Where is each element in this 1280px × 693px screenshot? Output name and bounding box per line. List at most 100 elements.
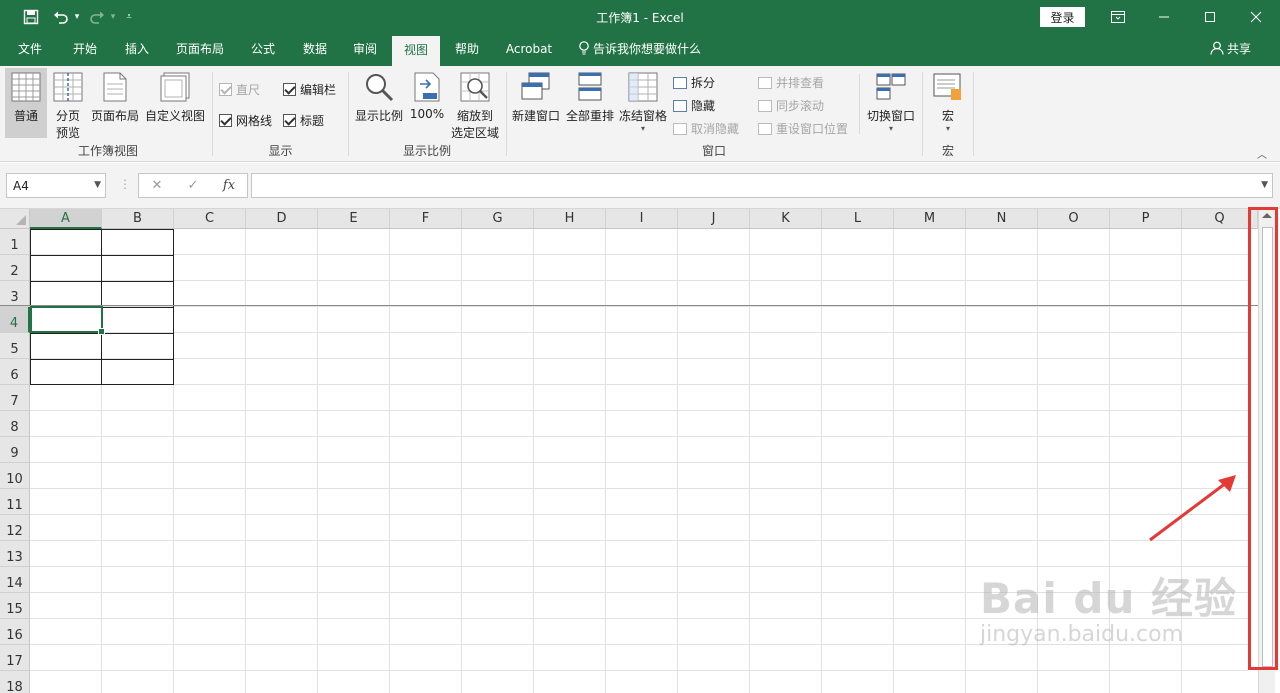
- tab-home[interactable]: 开始: [62, 34, 108, 66]
- column-header-g[interactable]: G: [462, 209, 534, 229]
- row-header-3[interactable]: 3: [0, 281, 30, 307]
- reset-window-position-button[interactable]: 重设窗口位置: [758, 120, 848, 137]
- split-button[interactable]: 拆分: [673, 74, 715, 91]
- name-box[interactable]: A4 ▼: [6, 173, 106, 198]
- zoom-button[interactable]: 显示比例: [352, 68, 406, 138]
- customize-qat-icon[interactable]: ⩡: [122, 6, 136, 28]
- tab-data[interactable]: 数据: [292, 34, 338, 66]
- row-header-4[interactable]: 4: [0, 307, 30, 333]
- group-separator: [859, 74, 860, 134]
- redo-icon[interactable]: [86, 6, 108, 28]
- custom-views-button[interactable]: 自定义视图: [143, 68, 207, 138]
- tell-me-search[interactable]: 告诉我你想要做什么: [578, 34, 701, 66]
- zoom-to-selection-button[interactable]: 缩放到 选定区域: [448, 68, 502, 140]
- row-header-17[interactable]: 17: [0, 645, 30, 671]
- unhide-button[interactable]: 取消隐藏: [673, 120, 739, 137]
- expand-formula-icon[interactable]: ▼: [1261, 180, 1268, 190]
- ruler-checkbox-box: [219, 83, 232, 96]
- enter-icon[interactable]: ✓: [175, 178, 211, 193]
- tab-review[interactable]: 审阅: [342, 34, 388, 66]
- tab-acrobat[interactable]: Acrobat: [498, 34, 560, 66]
- gridlines-checkbox[interactable]: 网格线: [219, 112, 272, 129]
- macros-button[interactable]: 宏 ▾: [926, 68, 970, 140]
- new-window-button[interactable]: 新建窗口: [510, 68, 562, 138]
- undo-icon[interactable]: [50, 6, 72, 28]
- redo-dropdown-icon[interactable]: ▾: [108, 6, 118, 28]
- column-header-f[interactable]: F: [390, 209, 462, 229]
- active-cell-a4[interactable]: [30, 306, 105, 335]
- row-header-13[interactable]: 13: [0, 541, 30, 567]
- arrange-all-button[interactable]: 全部重排: [564, 68, 616, 138]
- page-break-preview-button[interactable]: 分页 预览: [49, 68, 87, 140]
- ruler-checkbox[interactable]: 直尺: [219, 81, 260, 98]
- column-header-h[interactable]: H: [534, 209, 606, 229]
- switch-windows-button[interactable]: 切换窗口 ▾: [862, 68, 920, 140]
- login-button[interactable]: 登录: [1040, 7, 1085, 27]
- column-header-n[interactable]: N: [966, 209, 1038, 229]
- row-header-6[interactable]: 6: [0, 359, 30, 385]
- row-header-16[interactable]: 16: [0, 619, 30, 645]
- zoom-100-button[interactable]: 100%: [408, 68, 446, 138]
- save-icon[interactable]: [20, 6, 42, 28]
- ribbon-display-icon[interactable]: [1095, 0, 1141, 34]
- row-header-15[interactable]: 15: [0, 593, 30, 619]
- tab-file[interactable]: 文件: [8, 34, 52, 66]
- new-window-icon: [521, 72, 550, 100]
- sync-scrolling-button[interactable]: 同步滚动: [758, 97, 824, 114]
- freeze-dropdown-icon: ▾: [640, 124, 645, 133]
- headings-checkbox[interactable]: 标题: [283, 112, 324, 129]
- row-header-10[interactable]: 10: [0, 463, 30, 489]
- column-header-c[interactable]: C: [174, 209, 246, 229]
- column-header-o[interactable]: O: [1038, 209, 1110, 229]
- tab-view[interactable]: 视图: [392, 36, 440, 66]
- gridlines-checkbox-box: [219, 114, 232, 127]
- row-header-2[interactable]: 2: [0, 255, 30, 281]
- column-header-l[interactable]: L: [822, 209, 894, 229]
- row-header-11[interactable]: 11: [0, 489, 30, 515]
- formula-bar-checkbox[interactable]: 编辑栏: [283, 81, 336, 98]
- column-header-q[interactable]: Q: [1182, 209, 1258, 229]
- page-layout-view-button[interactable]: 页面布局: [89, 68, 141, 138]
- share-label: 共享: [1227, 42, 1252, 56]
- formula-input[interactable]: ▼: [251, 173, 1273, 198]
- column-header-j[interactable]: J: [678, 209, 750, 229]
- freeze-panes-button[interactable]: 冻结窗格 ▾: [617, 68, 669, 140]
- close-icon[interactable]: [1233, 0, 1279, 34]
- column-header-p[interactable]: P: [1110, 209, 1182, 229]
- collapse-ribbon-icon[interactable]: ︿: [1257, 146, 1267, 161]
- tab-formulas[interactable]: 公式: [240, 34, 286, 66]
- hide-button[interactable]: 隐藏: [673, 97, 715, 114]
- ribbon-view: 普通 分页 预览 页面布局 自定义视图 工作簿视图 直尺 编辑栏 网格线 标题: [0, 66, 1280, 162]
- tab-help[interactable]: 帮助: [444, 34, 490, 66]
- tab-insert[interactable]: 插入: [114, 34, 160, 66]
- column-header-i[interactable]: I: [606, 209, 678, 229]
- row-header-9[interactable]: 9: [0, 437, 30, 463]
- column-header-b[interactable]: B: [102, 209, 174, 229]
- undo-dropdown-icon[interactable]: ▾: [72, 6, 82, 28]
- row-header-18[interactable]: 18: [0, 671, 30, 693]
- select-all-corner[interactable]: [0, 209, 30, 229]
- column-header-k[interactable]: K: [750, 209, 822, 229]
- row-header-1[interactable]: 1: [0, 229, 30, 255]
- arrange-all-icon: [578, 72, 602, 101]
- column-header-e[interactable]: E: [318, 209, 390, 229]
- tell-me-label: 告诉我你想要做什么: [593, 42, 702, 56]
- view-side-by-side-button[interactable]: 并排查看: [758, 74, 824, 91]
- row-header-12[interactable]: 12: [0, 515, 30, 541]
- name-box-dropdown-icon[interactable]: ▼: [94, 180, 101, 190]
- cancel-icon[interactable]: ✕: [139, 178, 175, 193]
- share-button[interactable]: 共享: [1210, 34, 1251, 66]
- minimize-icon[interactable]: [1141, 0, 1187, 34]
- freeze-split-line[interactable]: [0, 305, 1258, 306]
- column-header-a[interactable]: A: [30, 209, 102, 229]
- row-header-14[interactable]: 14: [0, 567, 30, 593]
- tab-page-layout[interactable]: 页面布局: [168, 34, 232, 66]
- maximize-icon[interactable]: [1187, 0, 1233, 34]
- column-header-d[interactable]: D: [246, 209, 318, 229]
- row-header-8[interactable]: 8: [0, 411, 30, 437]
- normal-view-button[interactable]: 普通: [5, 68, 47, 138]
- column-header-m[interactable]: M: [894, 209, 966, 229]
- row-header-7[interactable]: 7: [0, 385, 30, 411]
- row-header-5[interactable]: 5: [0, 333, 30, 359]
- insert-function-icon[interactable]: fx: [211, 178, 247, 193]
